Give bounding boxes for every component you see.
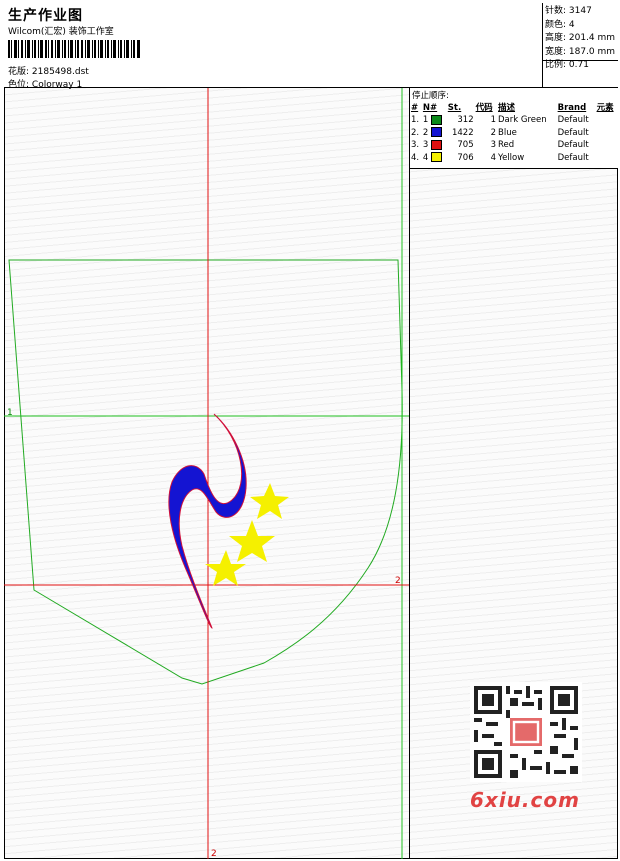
stats-box: 针数: 3147 颜色: 4 高度: 201.4 mm 宽度: 187.0 mm… [542,3,618,88]
stats-divider [543,60,618,61]
design-file-value: 2185498.dst [31,67,89,77]
table-row: 3. 3 705 3 Red Default [410,139,618,152]
row-code: 2 [490,127,497,138]
marker-red-horizontal: 2 [395,576,401,586]
row-stitches: 312 [457,115,474,125]
swatch-red [431,139,443,150]
color-sequence-header: 停止顺序: # N# St. 代码 描述 Brand 元素 1. 1 312 1… [410,88,618,169]
row-description: Red [498,140,515,150]
row-element [596,139,618,152]
star-top [250,483,289,519]
row-code: 3 [490,140,497,150]
swatch-blue [431,127,443,137]
swatch-yellow [431,152,443,162]
color-table: # N# St. 代码 描述 Brand 元素 1. 1 312 1 Dark … [410,102,618,164]
col-needle: N# [422,103,438,113]
row-stitches: 706 [457,152,474,163]
row-index: 4. [411,152,420,163]
row-needle: 4 [422,152,447,165]
sheet-header: 生产作业图 Wilcom(汇宏) 装饰工作室 花版: 2185498.dst 色… [4,3,618,90]
table-row: 2. 2 1422 2 Blue Default [410,127,618,140]
row-code: 4 [490,152,497,163]
row-description: Blue [498,127,517,138]
star-middle [229,520,275,562]
design-ratio: 比例: 0.71 [545,60,589,70]
marker-green-horizontal: 1 [7,408,13,418]
design-height: 高度: 201.4 mm [545,33,616,43]
marker-red-vertical: 2 [211,849,217,859]
row-index: 3. [411,140,420,150]
stars-group [205,483,289,586]
color-count: 颜色: 4 [545,19,575,30]
row-brand: Default [557,115,589,125]
row-element [596,152,618,165]
row-needle: 1 [422,114,447,127]
row-description: Yellow [498,152,525,163]
stitch-count: 针数: 3147 [545,6,592,16]
sheet-title: 生产作业图 [8,8,83,24]
color-table-header: # N# St. 代码 描述 Brand 元素 [410,102,618,114]
col-brand: Brand [557,103,587,113]
col-description: 描述 [498,103,516,113]
row-index: 1. [411,115,420,125]
row-needle: 3 [422,139,447,152]
col-code: 代码 [475,103,493,113]
col-element: 元素 [596,103,614,113]
row-element [596,127,618,140]
stop-sequence-title: 停止顺序: [412,91,449,101]
sheet-subtitle: Wilcom(汇宏) 装饰工作室 [8,27,114,37]
row-brand: Default [557,152,589,163]
design-file-line: 花版: 2185498.dst [8,64,89,77]
barcode-icon [8,40,140,58]
watermark-text: 6xiu.com [470,788,580,812]
qr-code-icon [470,682,582,782]
pocket-outline [8,259,403,685]
table-row: 1. 1 312 1 Dark Green Default [410,114,618,127]
row-brand: Default [557,140,589,150]
row-stitches: 1422 [451,127,474,138]
swatch-dark-green [431,114,443,125]
row-description: Dark Green [498,115,547,125]
row-needle: 2 [422,127,447,140]
col-index: # [411,103,419,113]
row-code: 1 [490,115,497,125]
table-row: 4. 4 706 4 Yellow Default [410,152,618,165]
design-file-label: 花版: [8,67,30,77]
row-element [596,114,618,127]
col-stitches: St. [447,103,462,113]
row-brand: Default [557,127,589,138]
design-width: 宽度: 187.0 mm [545,46,616,57]
design-canvas: 1 2 2 [4,88,409,859]
row-stitches: 705 [457,140,474,150]
row-index: 2. [411,127,420,138]
